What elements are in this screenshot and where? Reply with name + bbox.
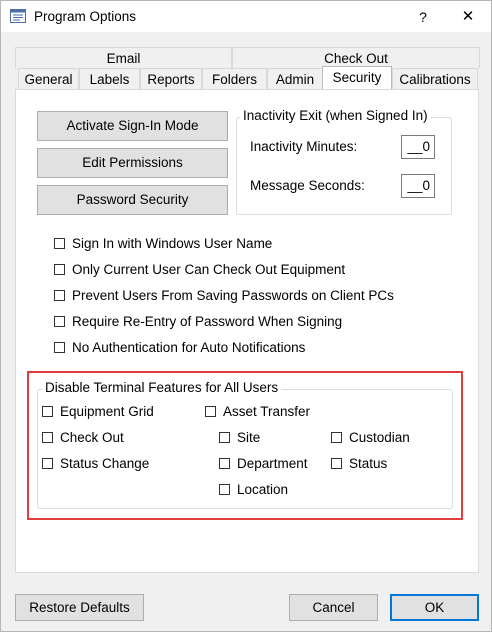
- tab-labels[interactable]: Labels: [79, 68, 140, 89]
- custodian-checkbox[interactable]: Custodian: [331, 429, 410, 445]
- program-options-dialog: Program Options ? ✕ Email Check Out Gene…: [0, 0, 492, 632]
- checkbox-box[interactable]: [54, 263, 65, 275]
- status-change-checkbox[interactable]: Status Change: [42, 455, 149, 471]
- checkbox-label: Require Re-Entry of Password When Signin…: [72, 313, 343, 329]
- only-current-user-checkout-checkbox[interactable]: Only Current User Can Check Out Equipmen…: [54, 261, 345, 277]
- prevent-saving-passwords-checkbox[interactable]: Prevent Users From Saving Passwords on C…: [54, 287, 394, 303]
- inactivity-minutes-input[interactable]: __0: [401, 135, 435, 159]
- require-password-reentry-checkbox[interactable]: Require Re-Entry of Password When Signin…: [54, 313, 342, 329]
- message-seconds-input[interactable]: __0: [401, 174, 435, 198]
- checkbox-label: Status: [349, 455, 388, 471]
- window-title: Program Options: [34, 9, 137, 24]
- checkbox-label: Prevent Users From Saving Passwords on C…: [72, 287, 394, 303]
- checkbox-label: No Authentication for Auto Notifications: [72, 339, 306, 355]
- tab-general[interactable]: General: [18, 68, 79, 89]
- department-checkbox[interactable]: Department: [219, 455, 308, 471]
- restore-defaults-button[interactable]: Restore Defaults: [15, 594, 144, 621]
- checkbox-label: Sign In with Windows User Name: [72, 235, 273, 251]
- checkbox-box[interactable]: [205, 405, 216, 417]
- check-out-checkbox[interactable]: Check Out: [42, 429, 124, 445]
- edit-permissions-button[interactable]: Edit Permissions: [37, 148, 228, 178]
- tab-security[interactable]: Security: [322, 66, 392, 89]
- checkbox-label: Location: [237, 481, 289, 497]
- checkbox-label: Status Change: [60, 455, 150, 471]
- checkbox-box[interactable]: [42, 457, 53, 469]
- checkbox-box[interactable]: [54, 341, 65, 353]
- cancel-button[interactable]: Cancel: [289, 594, 378, 621]
- checkbox-label: Check Out: [60, 429, 124, 445]
- checkbox-label: Only Current User Can Check Out Equipmen…: [72, 261, 346, 277]
- status-checkbox[interactable]: Status: [331, 455, 387, 471]
- help-icon[interactable]: ?: [413, 7, 433, 27]
- sign-in-windows-user-checkbox[interactable]: Sign In with Windows User Name: [54, 235, 272, 251]
- checkbox-label: Site: [237, 429, 261, 445]
- password-security-button[interactable]: Password Security: [37, 185, 228, 215]
- close-icon[interactable]: ✕: [457, 7, 479, 27]
- checkbox-box[interactable]: [54, 289, 65, 301]
- tab-folders[interactable]: Folders: [202, 68, 267, 89]
- app-icon: [10, 9, 26, 23]
- checkbox-label: Equipment Grid: [60, 403, 154, 419]
- checkbox-box[interactable]: [42, 431, 53, 443]
- checkbox-box[interactable]: [331, 457, 342, 469]
- checkbox-box[interactable]: [219, 457, 230, 469]
- ok-button[interactable]: OK: [390, 594, 479, 621]
- checkbox-label: Department: [237, 455, 308, 471]
- inactivity-minutes-label: Inactivity Minutes:: [250, 139, 358, 154]
- tab-admin[interactable]: Admin: [267, 68, 323, 89]
- activate-sign-in-mode-button[interactable]: Activate Sign-In Mode: [37, 111, 228, 141]
- checkbox-box[interactable]: [219, 483, 230, 495]
- equipment-grid-checkbox[interactable]: Equipment Grid: [42, 403, 154, 419]
- checkbox-label: Asset Transfer: [223, 403, 311, 419]
- title-bar: Program Options ? ✕: [1, 1, 491, 32]
- site-checkbox[interactable]: Site: [219, 429, 260, 445]
- checkbox-box[interactable]: [331, 431, 342, 443]
- asset-transfer-checkbox[interactable]: Asset Transfer: [205, 403, 310, 419]
- tab-email[interactable]: Email: [15, 47, 232, 68]
- message-seconds-label: Message Seconds:: [250, 178, 365, 193]
- checkbox-box[interactable]: [54, 315, 65, 327]
- checkbox-box[interactable]: [219, 431, 230, 443]
- no-authentication-auto-notifications-checkbox[interactable]: No Authentication for Auto Notifications: [54, 339, 305, 355]
- checkbox-box[interactable]: [42, 405, 53, 417]
- checkbox-box[interactable]: [54, 237, 65, 249]
- disable-terminal-features-title: Disable Terminal Features for All Users: [42, 380, 282, 395]
- tab-check-out[interactable]: Check Out: [232, 47, 480, 68]
- location-checkbox[interactable]: Location: [219, 481, 288, 497]
- tab-reports[interactable]: Reports: [140, 68, 202, 89]
- tab-calibrations[interactable]: Calibrations: [392, 68, 478, 89]
- inactivity-exit-group-title: Inactivity Exit (when Signed In): [240, 108, 431, 123]
- inactivity-exit-group: [236, 117, 452, 215]
- checkbox-label: Custodian: [349, 429, 410, 445]
